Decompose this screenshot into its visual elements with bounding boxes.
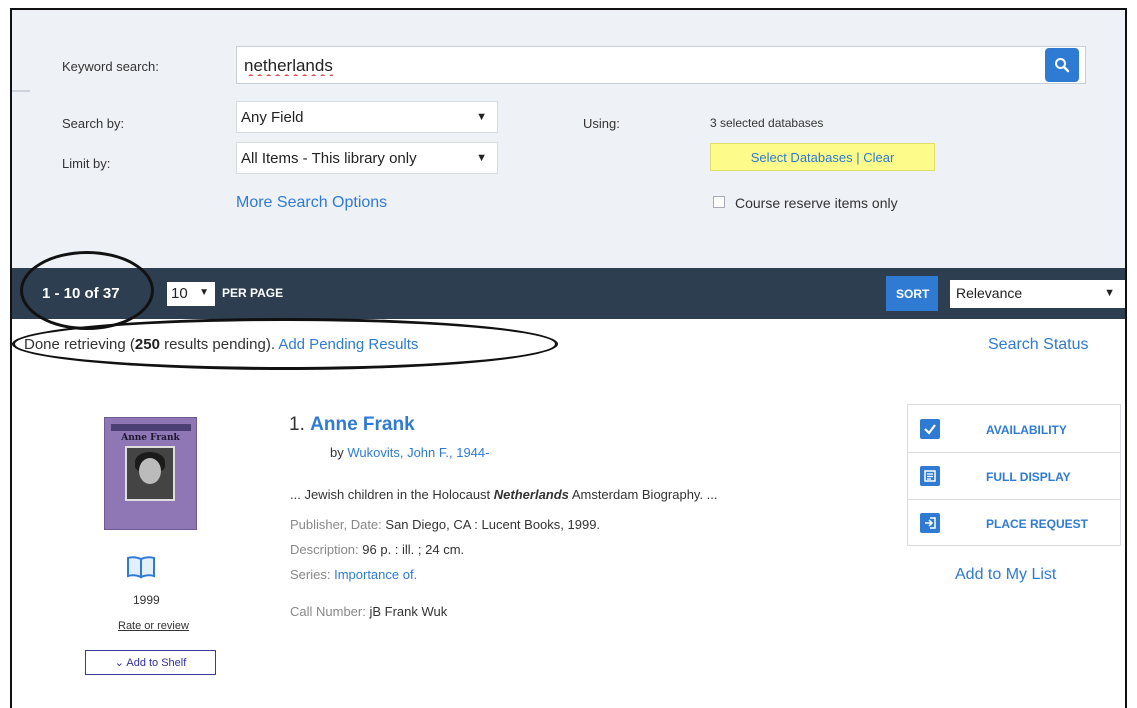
using-label: Using: (583, 116, 620, 131)
add-to-my-list-link[interactable]: Add to My List (955, 566, 1056, 584)
by-prefix: by (330, 445, 344, 460)
results-count: 1 - 10 of 37 (42, 285, 120, 302)
chevron-down-icon: ▼ (476, 111, 487, 123)
publisher-value: San Diego, CA : Lucent Books, 1999. (385, 517, 601, 532)
more-search-options-link[interactable]: More Search Options (236, 194, 387, 212)
keyword-search-field[interactable] (236, 46, 1086, 84)
per-page-label: PER PAGE (222, 286, 284, 300)
sort-label: SORT (896, 287, 930, 301)
cover-title: Anne Frank (121, 433, 180, 443)
results-bar: 1 - 10 of 37 10 ▼ PER PAGE SORT Relevanc… (12, 268, 1125, 319)
status-suffix: results pending). (159, 336, 279, 353)
select-databases-link[interactable]: Select Databases (751, 150, 853, 165)
result-snippet: ... Jewish children in the Holocaust Net… (290, 487, 718, 502)
description-value: 96 p. : ill. ; 24 cm. (362, 542, 465, 557)
result-author-line: by Wukovits, John F., 1944- (330, 445, 489, 460)
using-value: 3 selected databases (710, 116, 824, 130)
chevron-down-icon: ▼ (199, 287, 209, 298)
publisher-row: Publisher, Date: San Diego, CA : Lucent … (290, 517, 600, 532)
separator: | (856, 150, 860, 165)
result-number: 1. (289, 414, 305, 435)
course-reserve-checkbox[interactable] (713, 196, 725, 208)
description-label: Description: (290, 542, 359, 557)
sort-select[interactable]: Relevance ▼ (950, 280, 1125, 308)
add-to-shelf-label: Add to Shelf (126, 657, 187, 669)
sign-in-icon (920, 513, 940, 533)
call-number-label: Call Number: (290, 604, 366, 619)
add-to-shelf-button[interactable]: ⌄ Add to Shelf (85, 650, 216, 675)
chevron-down-icon: ▼ (1104, 287, 1115, 299)
per-page-select[interactable]: 10 ▼ (167, 282, 215, 306)
status-prefix: Done retrieving ( (24, 336, 135, 353)
pending-count: 250 (134, 336, 160, 353)
search-by-value: Any Field (241, 109, 304, 126)
availability-label: AVAILABILITY (986, 423, 1067, 437)
full-display-label: FULL DISPLAY (986, 470, 1071, 484)
place-request-label: PLACE REQUEST (986, 517, 1089, 531)
book-cover[interactable]: Anne Frank (104, 417, 197, 530)
series-link[interactable]: Importance of. (334, 567, 417, 582)
document-icon (920, 466, 940, 486)
chevron-down-icon: ▼ (476, 152, 487, 164)
keyword-search-label: Keyword search: (62, 59, 159, 74)
place-request-button[interactable]: PLACE REQUEST (908, 499, 1120, 546)
rate-or-review-link[interactable]: Rate or review (118, 620, 189, 632)
select-databases-box: Select Databases | Clear (710, 143, 935, 171)
search-status-link[interactable]: Search Status (988, 336, 1089, 354)
retrieval-status: Done retrieving (250 results pending). A… (24, 336, 418, 353)
chevron-down-icon: ⌄ (114, 657, 124, 669)
course-reserve-label: Course reserve items only (735, 195, 898, 211)
keyword-search-input[interactable] (242, 53, 1026, 79)
call-number-row: Call Number: jB Frank Wuk (290, 604, 447, 619)
publisher-label: Publisher, Date: (290, 517, 382, 532)
result-title-link[interactable]: Anne Frank (310, 414, 415, 435)
series-label: Series: (290, 567, 331, 582)
snippet-highlight: Netherlands (493, 487, 569, 502)
full-display-button[interactable]: FULL DISPLAY (908, 452, 1120, 500)
series-row: Series: Importance of. (290, 567, 417, 582)
cover-photo-face (139, 458, 161, 484)
limit-by-select[interactable]: All Items - This library only ▼ (236, 142, 498, 174)
limit-by-label: Limit by: (62, 156, 111, 171)
search-icon (1055, 58, 1070, 73)
call-number-value: jB Frank Wuk (369, 604, 448, 619)
limit-by-value: All Items - This library only (241, 150, 417, 167)
availability-button[interactable]: AVAILABILITY (908, 405, 1120, 453)
result-title-row: 1. Anne Frank (289, 414, 415, 436)
search-button[interactable] (1045, 48, 1079, 82)
per-page-value: 10 (171, 285, 188, 302)
sort-value: Relevance (956, 285, 1023, 301)
add-pending-results-link[interactable]: Add Pending Results (278, 336, 418, 353)
cover-series-strip (111, 424, 191, 431)
snippet-post: Amsterdam Biography. ... (568, 487, 718, 502)
book-icon (127, 556, 155, 579)
publication-year: 1999 (133, 593, 160, 607)
clear-link[interactable]: Clear (863, 150, 894, 165)
check-icon (920, 419, 940, 439)
panel-edge (12, 90, 30, 92)
cover-photo (125, 446, 175, 501)
description-row: Description: 96 p. : ill. ; 24 cm. (290, 542, 464, 557)
result-actions: AVAILABILITY FULL DISPLAY PLACE REQUEST (907, 404, 1121, 546)
search-by-select[interactable]: Any Field ▼ (236, 101, 498, 133)
search-by-label: Search by: (62, 116, 125, 131)
author-link[interactable]: Wukovits, John F., 1944- (347, 445, 489, 460)
sort-label-box: SORT (886, 276, 938, 311)
snippet-pre: ... Jewish children in the Holocaust (290, 487, 494, 502)
